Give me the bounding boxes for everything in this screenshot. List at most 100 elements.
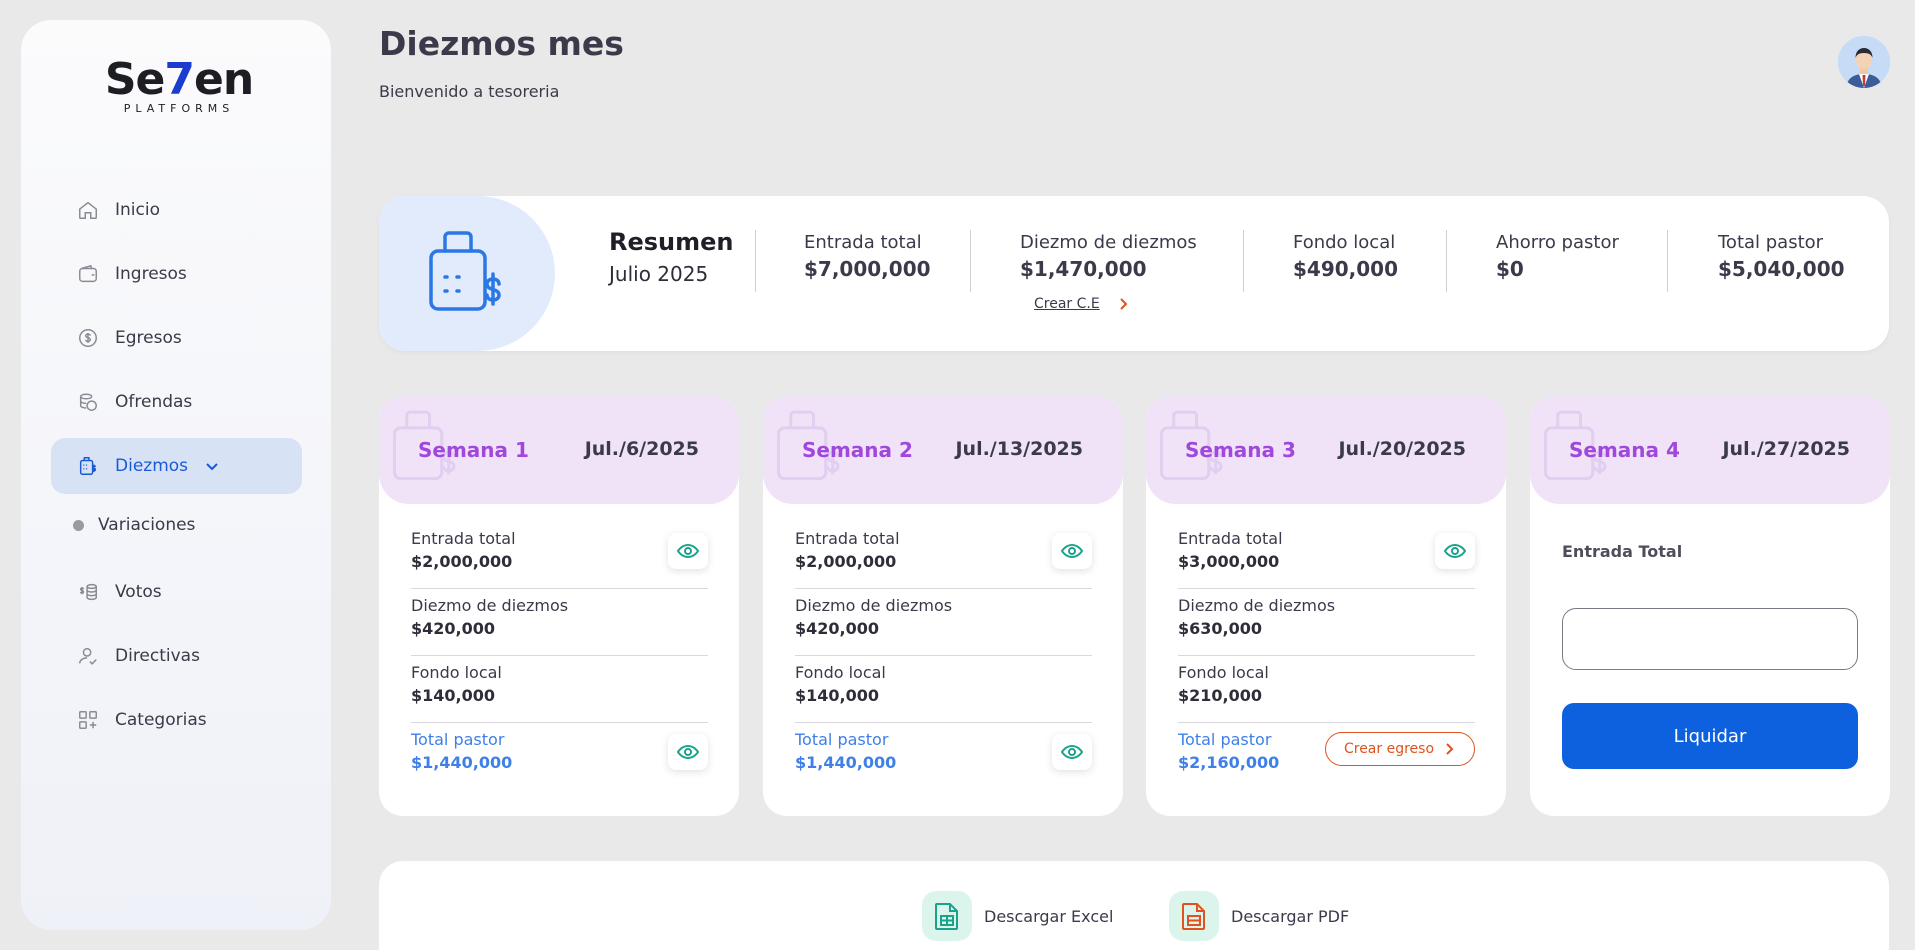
row-label: Diezmo de diezmos [795,596,953,615]
crear-egreso-label: Crear egreso [1343,741,1435,757]
brand-logo[interactable]: Se7en PLATFORMS [104,54,254,116]
sidebar-item-egresos[interactable]: Egresos [51,310,302,366]
row-value: $630,000 [1178,619,1263,638]
view-button[interactable] [1052,533,1092,569]
download-excel-button[interactable]: Descargar Excel [922,891,1113,941]
summary-period: Julio 2025 [609,262,709,286]
sidebar-item-label: Categorias [115,710,207,730]
sidebar-item-categorias[interactable]: Categorias [51,692,302,748]
week-row-entrada-total: Entrada total $2,000,000 [411,529,708,589]
chevron-right-icon [1446,743,1454,755]
stat-value: $7,000,000 [804,257,931,281]
sidebar-item-label: Ingresos [115,264,187,284]
week-row-total-pastor: Total pastor $1,440,000 [411,730,708,790]
pdf-file-icon [1169,891,1219,941]
sidebar-subitem-label: Variaciones [98,515,196,535]
row-value: $140,000 [411,686,496,705]
row-value: $210,000 [1178,686,1263,705]
sidebar-item-ingresos[interactable]: Ingresos [51,246,302,302]
entrada-total-label: Entrada Total [1562,542,1683,561]
eye-icon [1443,543,1467,559]
crear-ce-link[interactable]: Crear C.E [1034,296,1130,312]
week-date: Jul./27/2025 [1722,438,1850,460]
logo-wordmark: Se7en [104,54,254,105]
chevron-down-icon[interactable] [204,458,220,474]
week-date: Jul./13/2025 [955,438,1083,460]
home-icon [77,199,99,221]
stat-value: $0 [1496,257,1524,281]
page-title: Diezmos mes [379,24,624,63]
sidebar-subitem-variaciones[interactable]: Variaciones [51,502,302,548]
week-card-4: Semana 4 Jul./27/2025 Entrada Total Liqu… [1530,396,1890,816]
user-check-icon [77,645,99,667]
view-button[interactable] [1435,533,1475,569]
view-button[interactable] [668,533,708,569]
summary-icon-box [379,196,555,351]
row-label: Entrada total [1178,529,1283,548]
divider [1243,230,1244,292]
row-label: Diezmo de diezmos [1178,596,1336,615]
view-button[interactable] [1052,734,1092,770]
eye-icon [676,543,700,559]
chevron-right-icon [1119,298,1128,310]
crear-egreso-button[interactable]: Crear egreso [1325,732,1475,766]
week-header: Semana 2 Jul./13/2025 [763,396,1123,504]
crear-ce-label: Crear C.E [1034,296,1100,312]
row-value: $420,000 [795,619,880,638]
week-card-1: Semana 1 Jul./6/2025 Entrada total $2,00… [379,396,739,816]
sidebar-item-inicio[interactable]: Inicio [51,182,302,238]
row-value: $140,000 [795,686,880,705]
stat-value: $5,040,000 [1718,257,1845,281]
row-value: $2,000,000 [411,552,513,571]
stat-diezmo-de-diezmos: Diezmo de diezmos $1,470,000 [1020,232,1197,281]
stat-label: Diezmo de diezmos [1020,232,1197,253]
excel-file-icon [922,891,972,941]
row-label: Fondo local [795,663,886,682]
wallet-icon [77,263,99,285]
week-row-diezmo: Diezmo de diezmos $420,000 [795,596,1092,656]
week-row-entrada-total: Entrada total $2,000,000 [795,529,1092,589]
week-row-total-pastor: Total pastor $1,440,000 [795,730,1092,790]
week-row-entrada-total: Entrada total $3,000,000 [1178,529,1475,589]
sidebar-item-votos[interactable]: Votos [51,564,302,620]
page-subtitle: Bienvenido a tesoreria [379,82,560,101]
stat-label: Total pastor [1718,232,1824,253]
week-header: Semana 4 Jul./27/2025 [1530,396,1890,504]
divider [755,230,756,292]
sidebar-item-ofrendas[interactable]: Ofrendas [51,374,302,430]
week-row-fondo-local: Fondo local $140,000 [411,663,708,723]
row-label: Total pastor [795,730,889,749]
money-icon [77,581,99,603]
sidebar: Se7en PLATFORMS Inicio Ingresos Egresos … [21,20,331,930]
summary-heading: Resumen Julio 2025 [609,228,734,286]
stat-label: Entrada total [804,232,922,253]
sidebar-nav: Inicio Ingresos Egresos Ofrendas Diezmos… [51,182,302,756]
liquidar-button[interactable]: Liquidar [1562,703,1858,769]
avatar[interactable] [1838,36,1890,88]
view-button[interactable] [668,734,708,770]
row-label: Entrada total [795,529,900,548]
bullet-dot [73,519,84,531]
divider [1667,230,1668,292]
row-value: $2,000,000 [795,552,897,571]
summary-panel: Resumen Julio 2025 Entrada total $7,000,… [379,196,1889,351]
week-card-3: Semana 3 Jul./20/2025 Entrada total $3,0… [1146,396,1506,816]
stat-total-pastor: Total pastor $5,040,000 [1718,232,1845,281]
week-row-diezmo: Diezmo de diezmos $420,000 [411,596,708,656]
divider [970,230,971,292]
download-pdf-button[interactable]: Descargar PDF [1169,891,1349,941]
week-row-total-pastor: Total pastor $2,160,000 Crear egreso [1178,730,1475,790]
week-header: Semana 1 Jul./6/2025 [379,396,739,504]
row-label: Diezmo de diezmos [411,596,569,615]
week-row-fondo-local: Fondo local $140,000 [795,663,1092,723]
sidebar-item-diezmos[interactable]: Diezmos [51,438,302,494]
row-value: $420,000 [411,619,496,638]
stat-entrada-total: Entrada total $7,000,000 [804,232,931,281]
sidebar-item-directivas[interactable]: Directivas [51,628,302,684]
entrada-total-input[interactable] [1562,608,1858,670]
sidebar-item-label: Votos [115,582,162,602]
sidebar-item-label: Egresos [115,328,182,348]
stat-fondo-local: Fondo local $490,000 [1293,232,1398,281]
eye-icon [1060,543,1084,559]
eye-icon [676,744,700,760]
